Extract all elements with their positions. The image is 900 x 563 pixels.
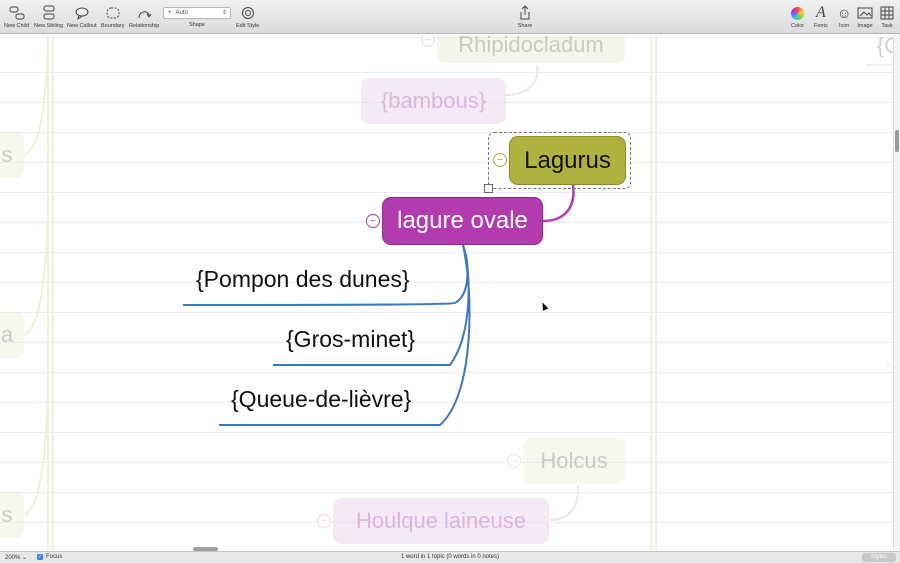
relationship-button[interactable]: Relationship — [129, 3, 159, 33]
parent-connector — [542, 184, 575, 223]
faded-topic-label: Houlque laineuse — [355, 508, 527, 533]
shape-label: Shape — [189, 22, 205, 28]
faded-topic-fragment[interactable]: a — [0, 312, 24, 358]
smiley-icon: ☺ — [837, 5, 852, 21]
color-label: Color — [791, 23, 805, 29]
faded-topic-label: {bambous} — [380, 88, 487, 113]
share-button[interactable]: Share — [517, 3, 533, 33]
faded-topic-label: s — [1, 502, 13, 527]
topic-label: Lagurus — [524, 146, 611, 174]
new-callout-label: New Callout — [67, 23, 97, 29]
relationship-label: Relationship — [129, 23, 160, 29]
shape-select[interactable]: + Auto ⇕ — [163, 7, 231, 19]
subtopic-label: {Pompon des dunes} — [196, 266, 410, 292]
icon-button[interactable]: ☺ Icon — [837, 3, 851, 33]
task-icon — [880, 3, 894, 23]
faded-topic-label: a — [0, 322, 14, 347]
styles-button[interactable]: Styles — [862, 553, 896, 562]
new-sibling-label: New Sibling — [34, 23, 64, 29]
subtopic[interactable]: {Queue-de-lièvre} — [231, 386, 411, 413]
new-child-label: New Child — [4, 23, 30, 29]
central-topic[interactable]: lagure ovale — [382, 197, 543, 245]
shape-select-value: Auto — [175, 10, 188, 16]
resize-handle[interactable] — [484, 184, 493, 193]
share-label: Share — [517, 23, 533, 29]
vertical-scroll-thumb[interactable] — [895, 130, 899, 152]
color-button[interactable]: Color — [791, 3, 804, 33]
subtopic[interactable]: {Gros-minet} — [286, 326, 415, 353]
task-button[interactable]: Task — [880, 3, 894, 33]
edit-style-button[interactable]: Edit Style — [236, 3, 259, 33]
boundary-button[interactable]: Boundary — [101, 3, 125, 33]
shape-control: + Auto ⇕ Shape — [163, 3, 231, 33]
boundary-label: Boundary — [101, 23, 125, 29]
fonts-icon: A — [815, 4, 826, 21]
relationship-icon — [136, 3, 152, 23]
faded-topic-label: Rhipidocladum — [458, 35, 604, 57]
faded-topic-fragment[interactable]: {G — [874, 35, 893, 63]
new-child-icon — [9, 3, 25, 23]
topic-label: lagure ovale — [397, 207, 528, 234]
fonts-button[interactable]: A Fonts — [814, 3, 828, 33]
faded-topic-holcus[interactable]: Holcus — [523, 438, 625, 484]
subtopic[interactable]: {Pompon des dunes} — [196, 266, 410, 293]
collapse-icon[interactable]: − — [507, 454, 521, 468]
edit-style-icon — [240, 3, 256, 23]
fonts-label: Fonts — [814, 23, 828, 29]
mindmap-canvas[interactable]: Rhipidocladum − {bambous} Holcus − Houlq… — [0, 35, 893, 550]
collapse-icon[interactable]: − — [317, 514, 331, 528]
new-callout-button[interactable]: New Callout — [67, 3, 97, 33]
faded-topic-label: {G — [876, 35, 893, 58]
word-count: 1 word in 1 topic (0 words in 0 notes) — [400, 554, 500, 560]
faded-topic-houlque[interactable]: Houlque laineuse — [333, 498, 549, 544]
shape-auto-icon: + — [168, 10, 172, 16]
toolbar: New Child New Sibling New Callout Bounda… — [0, 0, 900, 34]
new-sibling-icon — [41, 3, 57, 23]
topic-lagurus[interactable]: Lagurus — [509, 136, 626, 185]
new-sibling-button[interactable]: New Sibling — [34, 3, 63, 33]
faded-topic-fragment[interactable]: s — [0, 492, 24, 538]
faded-topic-fragment[interactable]: s — [0, 132, 24, 178]
edit-style-label: Edit Style — [236, 23, 260, 29]
collapse-icon[interactable]: − — [493, 153, 507, 167]
color-wheel-icon — [791, 3, 805, 23]
share-icon — [517, 3, 533, 23]
callout-icon — [74, 3, 90, 23]
icon-label: Icon — [838, 23, 850, 29]
faded-topic-rhipidocladum[interactable]: Rhipidocladum — [437, 35, 625, 63]
faded-topic-label: s — [1, 142, 13, 167]
faded-topic-label: Holcus — [540, 448, 608, 473]
status-bar: 200% ⌄ ✓ Focus 1 word in 1 topic (0 word… — [0, 551, 900, 563]
image-icon — [857, 3, 873, 23]
faded-topic-bambous[interactable]: {bambous} — [361, 78, 506, 124]
new-child-button[interactable]: New Child — [4, 3, 29, 33]
subtopic-label: {Queue-de-lièvre} — [231, 386, 412, 412]
select-stepper-icon: ⇕ — [221, 10, 227, 16]
image-button[interactable]: Image — [857, 3, 873, 33]
image-label: Image — [857, 23, 873, 29]
collapse-icon[interactable]: − — [366, 214, 380, 228]
vertical-scrollbar[interactable] — [893, 35, 900, 550]
task-label: Task — [881, 23, 893, 29]
boundary-icon — [105, 3, 121, 23]
subtopic-label: {Gros-minet} — [286, 326, 416, 352]
